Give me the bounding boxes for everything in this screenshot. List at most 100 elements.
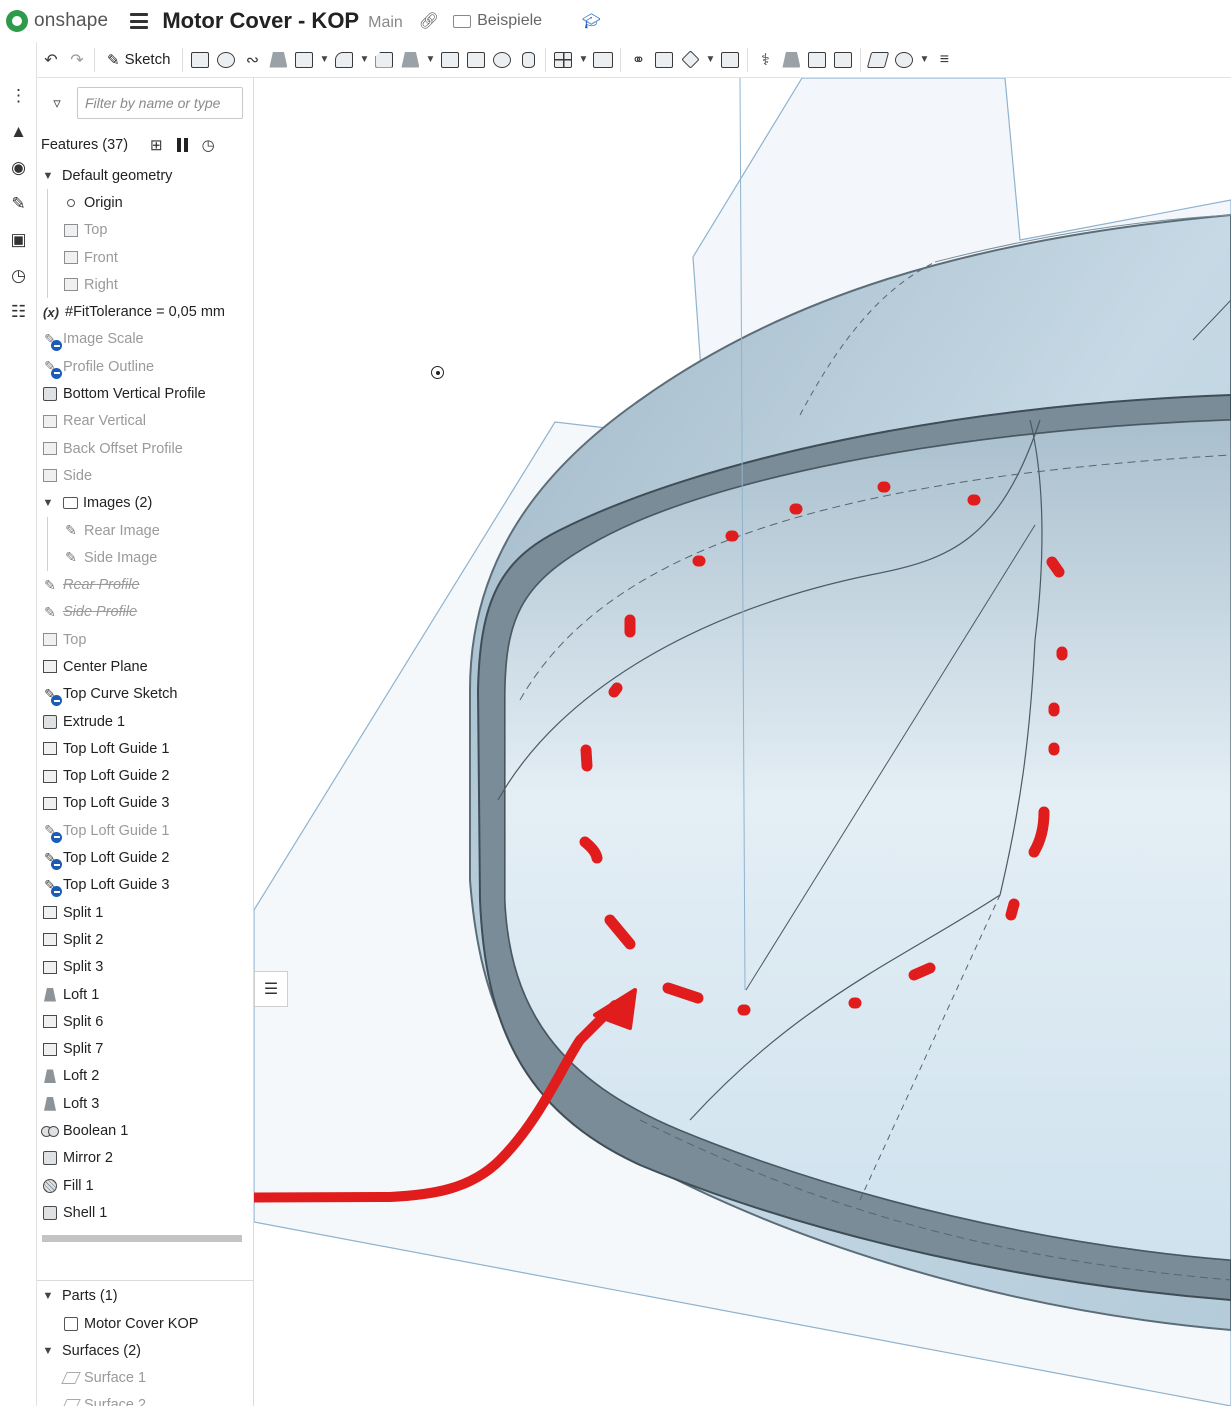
- more-icon[interactable]: ≡: [931, 47, 957, 73]
- tree-item-rear-image[interactable]: ✎ Rear Image: [37, 517, 253, 544]
- draft-icon[interactable]: [397, 47, 423, 73]
- add-point-icon[interactable]: ⋮: [0, 78, 37, 114]
- tree-item-loft-1[interactable]: Loft 1: [37, 981, 253, 1008]
- extrude-icon[interactable]: [187, 47, 213, 73]
- fillet-icon[interactable]: [331, 47, 357, 73]
- tree-item-top-loft-guide-2[interactable]: Top Loft Guide 2: [37, 763, 253, 790]
- tree-item-split-2[interactable]: Split 2: [37, 926, 253, 953]
- notes-icon[interactable]: ✎: [0, 186, 37, 222]
- move-face-icon[interactable]: [804, 47, 830, 73]
- tree-item-top-loft-guide-3-sketch[interactable]: ✎ Top Loft Guide 3: [37, 872, 253, 899]
- tree-item-back-offset-profile[interactable]: Back Offset Profile: [37, 435, 253, 462]
- tree-item-side-profile[interactable]: ✎ Side Profile: [37, 599, 253, 626]
- appearance-icon[interactable]: ▲: [0, 114, 37, 150]
- tree-item-image-scale[interactable]: ✎ Image Scale: [37, 326, 253, 353]
- checklist-icon[interactable]: ☷: [0, 294, 37, 330]
- tree-item-right-plane[interactable]: Right: [37, 271, 253, 298]
- plane-icon[interactable]: [865, 47, 891, 73]
- filter-input[interactable]: [77, 87, 243, 119]
- pattern-icon[interactable]: [550, 47, 576, 73]
- redo-icon[interactable]: ↷: [64, 47, 90, 73]
- tree-group-parts[interactable]: ▼ Parts (1): [37, 1283, 253, 1310]
- graphics-viewport[interactable]: [254, 78, 1231, 1406]
- tree-item-front-plane[interactable]: Front: [37, 244, 253, 271]
- tree-item-rear-profile[interactable]: ✎ Rear Profile: [37, 571, 253, 598]
- tree-item-side-image[interactable]: ✎ Side Image: [37, 544, 253, 571]
- revolve-icon[interactable]: [213, 47, 239, 73]
- comment-icon[interactable]: ◉: [0, 150, 37, 186]
- collapse-feature-list-button[interactable]: ☰: [254, 971, 288, 1007]
- transform-icon[interactable]: [677, 47, 703, 73]
- delete-part-icon[interactable]: [717, 47, 743, 73]
- shell-icon[interactable]: [463, 47, 489, 73]
- branch-name[interactable]: Main: [368, 14, 403, 32]
- tree-item-mirror-2[interactable]: Mirror 2: [37, 1145, 253, 1172]
- document-title[interactable]: Motor Cover - KOP: [162, 8, 359, 34]
- tree-item-top-loft-guide-3[interactable]: Top Loft Guide 3: [37, 790, 253, 817]
- loft-icon[interactable]: [265, 47, 291, 73]
- tree-folder-images[interactable]: ▼ Images (2): [37, 490, 253, 517]
- boolean-icon[interactable]: ⚭: [625, 47, 651, 73]
- tree-item-boolean-1[interactable]: Boolean 1: [37, 1117, 253, 1144]
- filter-icon[interactable]: ▿: [37, 94, 77, 112]
- rollback-bar[interactable]: [42, 1234, 242, 1242]
- tree-item-split-3[interactable]: Split 3: [37, 954, 253, 981]
- modify-fillet-icon[interactable]: ⚕: [752, 47, 778, 73]
- add-folder-icon[interactable]: ⊞: [150, 136, 163, 154]
- menu-icon[interactable]: [130, 13, 149, 29]
- folder-breadcrumb[interactable]: Beispiele: [453, 12, 542, 30]
- tree-item-shell-1[interactable]: Shell 1: [37, 1199, 253, 1226]
- chevron-down-icon[interactable]: ▼: [42, 170, 54, 182]
- pause-icon[interactable]: [176, 138, 188, 152]
- tree-item-fill-1[interactable]: Fill 1: [37, 1172, 253, 1199]
- cylinder-icon[interactable]: [515, 47, 541, 73]
- tree-item-part-motor-cover[interactable]: Motor Cover KOP: [37, 1310, 253, 1337]
- sweep-icon[interactable]: ∾: [239, 47, 265, 73]
- thicken-icon[interactable]: [291, 47, 317, 73]
- tree-item-top-plane[interactable]: Top: [37, 217, 253, 244]
- chevron-down-icon[interactable]: ▼: [703, 47, 717, 73]
- chevron-down-icon[interactable]: ▼: [42, 1345, 54, 1357]
- parts-help-icon[interactable]: ▣: [0, 222, 37, 258]
- chevron-down-icon[interactable]: ▼: [357, 47, 371, 73]
- tree-item-surface-1[interactable]: Surface 1: [37, 1364, 253, 1391]
- sketch-button[interactable]: ✎ Sketch: [99, 46, 178, 74]
- hole-icon[interactable]: [489, 47, 515, 73]
- tree-item-loft-2[interactable]: Loft 2: [37, 1063, 253, 1090]
- replace-face-icon[interactable]: [830, 47, 856, 73]
- tree-item-top-loft-guide-1[interactable]: Top Loft Guide 1: [37, 735, 253, 762]
- rib-icon[interactable]: [437, 47, 463, 73]
- tree-item-side[interactable]: Side: [37, 462, 253, 489]
- model-view[interactable]: [254, 78, 1231, 1406]
- chevron-down-icon[interactable]: ▼: [42, 1290, 54, 1302]
- chevron-down-icon[interactable]: ▼: [917, 47, 931, 73]
- tree-item-split-6[interactable]: Split 6: [37, 1008, 253, 1035]
- tree-item-extrude-1[interactable]: Extrude 1: [37, 708, 253, 735]
- tree-item-profile-outline[interactable]: ✎ Profile Outline: [37, 353, 253, 380]
- link-icon[interactable]: 🔗︎: [419, 11, 439, 31]
- chevron-down-icon[interactable]: ▼: [576, 47, 590, 73]
- tree-item-top-curve-sketch[interactable]: ✎ Top Curve Sketch: [37, 681, 253, 708]
- tree-item-split-1[interactable]: Split 1: [37, 899, 253, 926]
- stopwatch-icon[interactable]: ◷: [0, 258, 37, 294]
- tree-group-default-geometry[interactable]: ▼ Default geometry: [37, 162, 253, 189]
- mate-connector-icon[interactable]: [891, 47, 917, 73]
- tree-item-loft-3[interactable]: Loft 3: [37, 1090, 253, 1117]
- stopwatch-icon[interactable]: ◷: [202, 136, 215, 154]
- tree-item-top-loft-guide-2-sketch[interactable]: ✎ Top Loft Guide 2: [37, 844, 253, 871]
- tree-item-top-plane-2[interactable]: Top: [37, 626, 253, 653]
- tree-item-center-plane[interactable]: Center Plane: [37, 653, 253, 680]
- tree-group-surfaces[interactable]: ▼ Surfaces (2): [37, 1337, 253, 1364]
- tree-item-bottom-vertical-profile[interactable]: Bottom Vertical Profile: [37, 380, 253, 407]
- mirror-icon[interactable]: [590, 47, 616, 73]
- tree-item-split-7[interactable]: Split 7: [37, 1036, 253, 1063]
- graduation-cap-icon[interactable]: 🎓︎: [582, 12, 601, 30]
- chevron-down-icon[interactable]: ▼: [423, 47, 437, 73]
- feature-list-icon[interactable]: [0, 42, 37, 78]
- onshape-logo[interactable]: onshape: [6, 10, 108, 32]
- tree-item-origin[interactable]: Origin: [37, 189, 253, 216]
- tree-item-fit-tolerance[interactable]: (x) #FitTolerance = 0,05 mm: [37, 298, 253, 325]
- split-icon[interactable]: [651, 47, 677, 73]
- tree-item-top-loft-guide-1-sketch[interactable]: ✎ Top Loft Guide 1: [37, 817, 253, 844]
- undo-icon[interactable]: ↶: [38, 47, 64, 73]
